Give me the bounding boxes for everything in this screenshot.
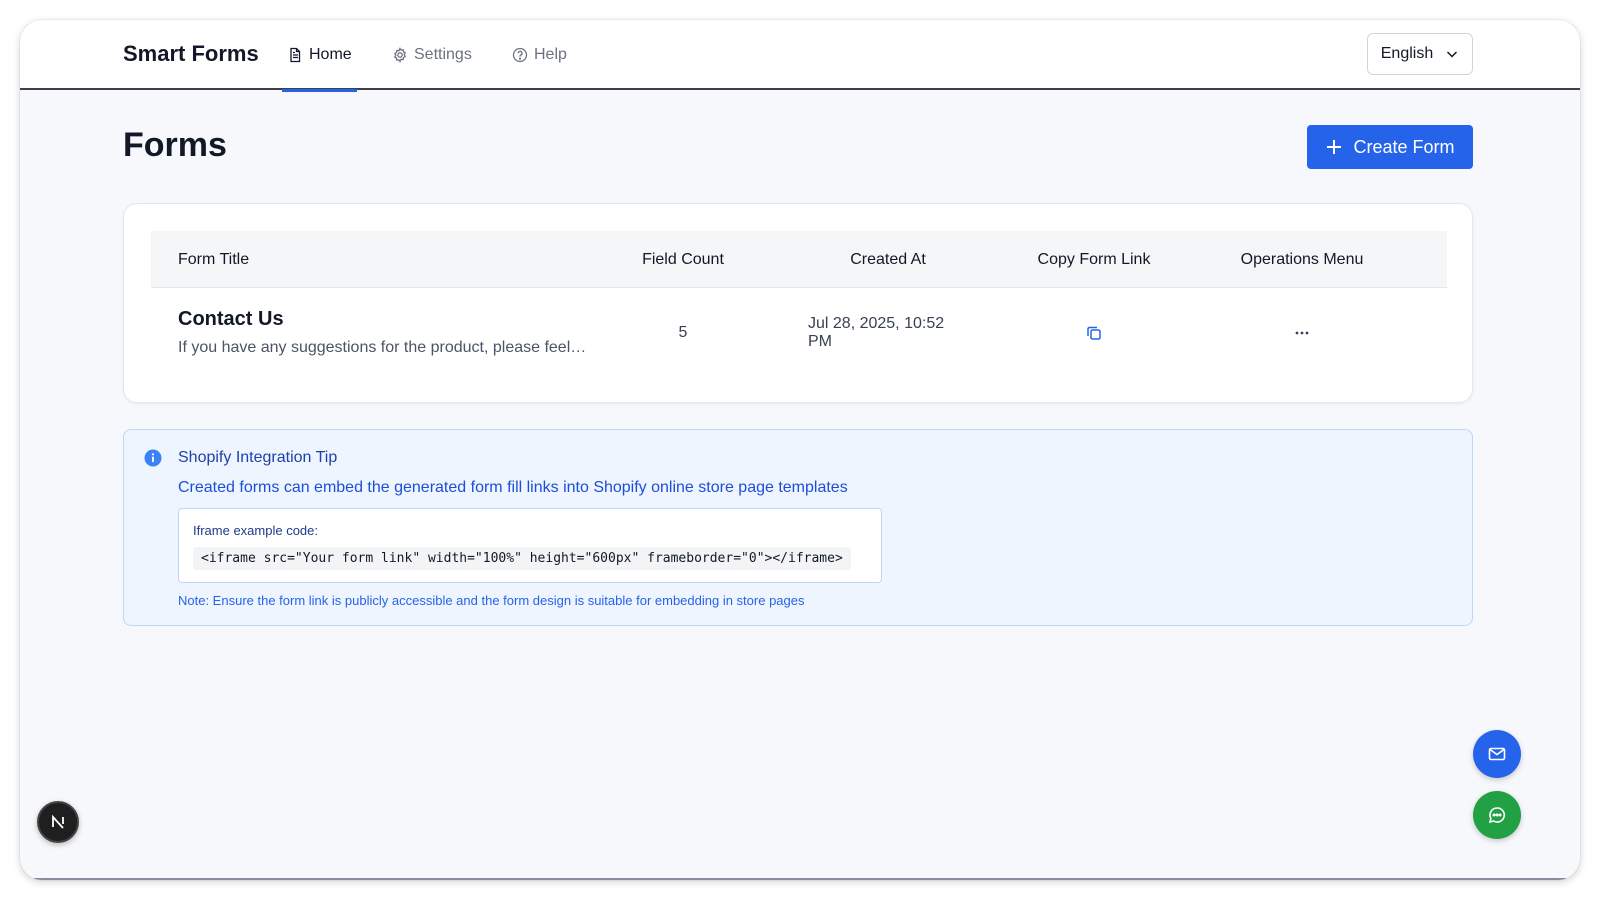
gear-icon	[393, 47, 407, 63]
column-operations-menu: Operations Menu	[1240, 250, 1364, 268]
chat-icon	[1488, 807, 1506, 824]
shopify-tip-card: Shopify Integration Tip Created forms ca…	[123, 429, 1473, 626]
top-nav-bar: Smart Forms Home Settings Help English	[20, 20, 1580, 92]
chat-button[interactable]	[1473, 791, 1521, 839]
app-window: Smart Forms Home Settings Help English F…	[20, 20, 1580, 880]
form-title-cell: Contact Us If you have any suggestions f…	[178, 308, 586, 357]
tip-note: Note: Ensure the form link is publicly a…	[178, 593, 805, 608]
table-header: Form Title Field Count Created At Copy F…	[151, 231, 1447, 288]
info-icon	[144, 449, 162, 467]
operations-menu-button[interactable]	[1217, 288, 1387, 378]
brand-title: Smart Forms	[123, 41, 259, 66]
column-copy-form-link: Copy Form Link	[1037, 250, 1151, 268]
help-circle-icon	[512, 47, 528, 63]
iframe-code-snippet[interactable]: <iframe src="Your form link" width="100%…	[193, 547, 851, 570]
create-form-label: Create Form	[1353, 136, 1455, 157]
table-row[interactable]: Contact Us If you have any suggestions f…	[151, 288, 1447, 378]
plus-icon	[1327, 140, 1342, 154]
chevron-down-icon	[1447, 51, 1458, 58]
code-example-box: Iframe example code: <iframe src="Your f…	[178, 508, 882, 583]
tip-title: Shopify Integration Tip	[178, 449, 338, 466]
created-at-value: Jul 28, 2025, 10:52 PM	[808, 315, 945, 350]
field-count-value: 5	[678, 324, 688, 341]
copy-link-button[interactable]	[1019, 288, 1169, 378]
more-horizontal-icon	[1295, 331, 1309, 335]
code-label: Iframe example code:	[193, 523, 319, 538]
column-field-count: Field Count	[642, 250, 724, 268]
column-created-at: Created At	[850, 250, 926, 268]
mail-button[interactable]	[1473, 730, 1521, 778]
tab-home-label: Home	[309, 46, 352, 63]
n-logo-icon	[52, 814, 64, 829]
form-description: If you have any suggestions for the prod…	[178, 339, 587, 356]
tab-help-label: Help	[534, 46, 567, 63]
forms-table: Form Title Field Count Created At Copy F…	[123, 203, 1473, 403]
tab-help[interactable]: Help	[512, 20, 567, 90]
page-title: Forms	[123, 126, 227, 164]
framework-badge-button[interactable]	[37, 801, 79, 843]
form-name[interactable]: Contact Us	[178, 308, 586, 331]
tab-settings-label: Settings	[414, 46, 472, 63]
tab-settings[interactable]: Settings	[392, 20, 472, 90]
create-form-button[interactable]: Create Form	[1307, 125, 1473, 169]
copy-icon	[1087, 326, 1101, 340]
language-selected: English	[1380, 45, 1434, 62]
file-icon	[290, 47, 301, 63]
tab-home[interactable]: Home	[282, 20, 357, 92]
column-form-title: Form Title	[178, 250, 250, 268]
mail-icon	[1488, 747, 1506, 761]
language-select[interactable]: English	[1367, 33, 1473, 75]
tip-description: Created forms can embed the generated fo…	[178, 479, 848, 496]
